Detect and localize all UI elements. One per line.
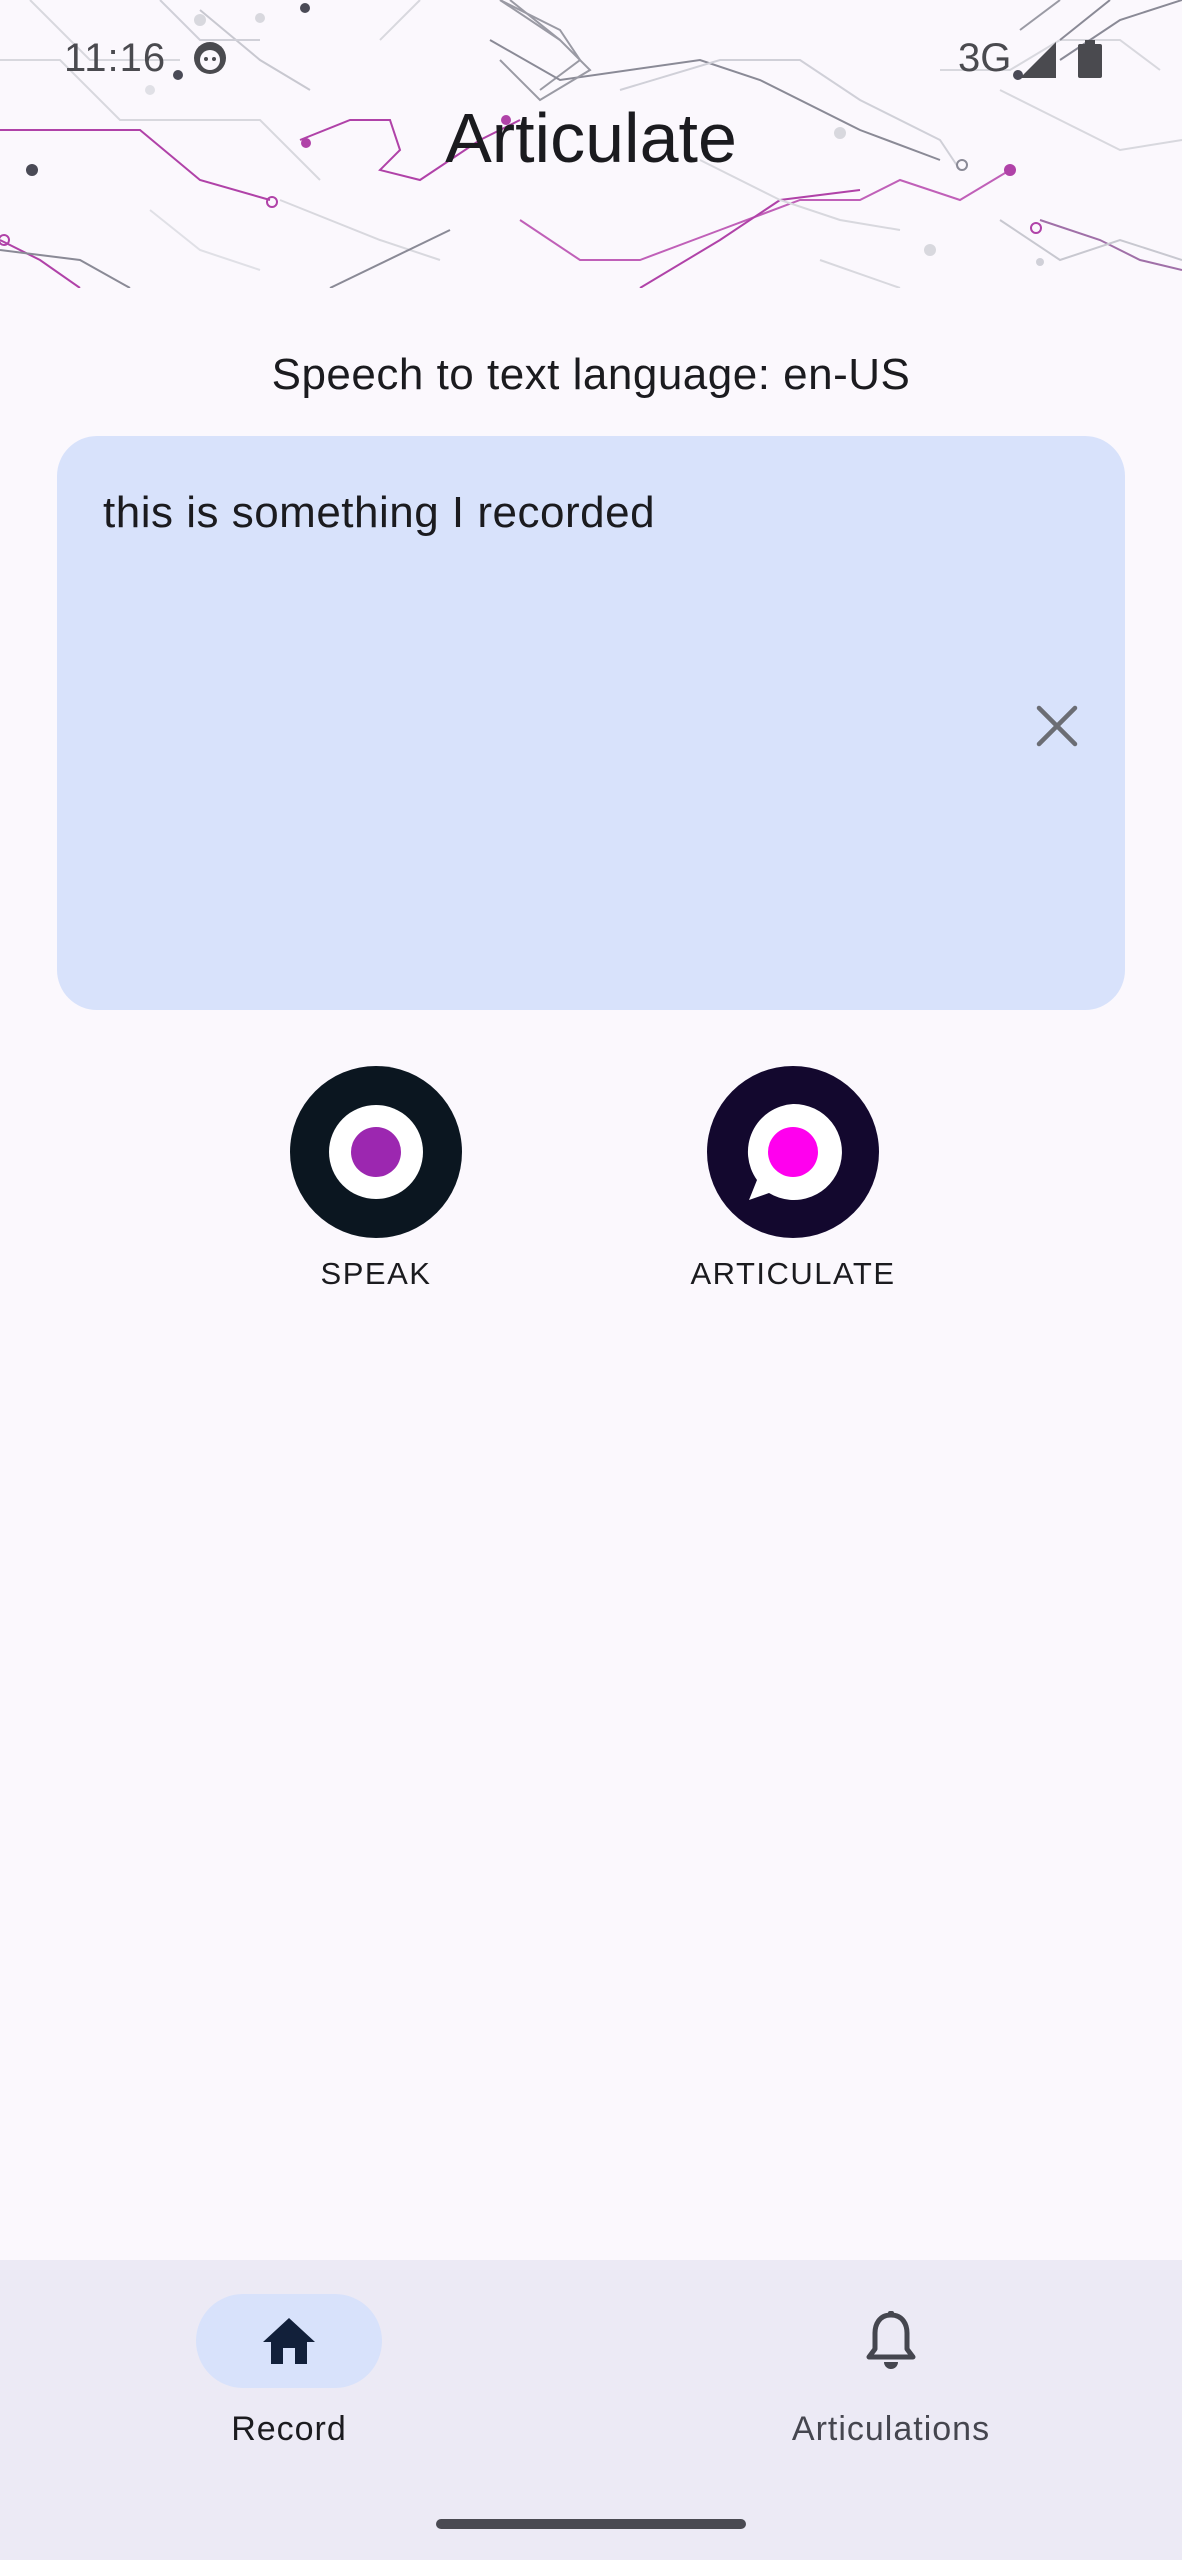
home-icon [263,2318,315,2364]
nav-item-articulations[interactable]: Articulations [741,2294,1041,2449]
app-title: Articulate [445,99,737,177]
speak-button[interactable] [290,1066,462,1238]
battery-icon [1078,40,1102,78]
face-notification-icon [194,42,226,74]
nav-active-indicator [196,2294,382,2388]
bell-icon [866,2311,916,2369]
header: 11:16 3G Articulate [0,0,1182,288]
nav-item-record[interactable]: Record [139,2294,439,2449]
microphone-record-icon [329,1105,423,1199]
clear-transcript-button[interactable] [1017,686,1097,766]
bottom-navigation: Record Articulations [0,2260,1182,2560]
nav-label-articulations: Articulations [791,2410,991,2448]
nav-icon-container [798,2294,984,2388]
app-screen: 11:16 3G Articulate Speech to text langu… [0,0,1182,2560]
nav-label-record: Record [231,2410,347,2448]
speak-action: SPEAK [246,1066,506,1292]
network-type: 3G [958,36,1012,80]
speech-bubble-icon [747,1103,842,1200]
articulate-button[interactable] [707,1066,879,1238]
speak-label: SPEAK [320,1256,432,1291]
status-time: 11:16 [64,36,167,80]
articulate-action: ARTICULATE [663,1066,923,1292]
signal-icon [1020,42,1056,78]
speech-language-label: Speech to text language: en-US [271,350,911,399]
transcript-card: this is something I recorded [57,436,1125,1010]
gesture-home-bar[interactable] [436,2519,746,2529]
articulate-label: ARTICULATE [690,1256,896,1291]
transcript-text[interactable]: this is something I recorded [103,488,985,538]
close-icon [1036,705,1078,747]
